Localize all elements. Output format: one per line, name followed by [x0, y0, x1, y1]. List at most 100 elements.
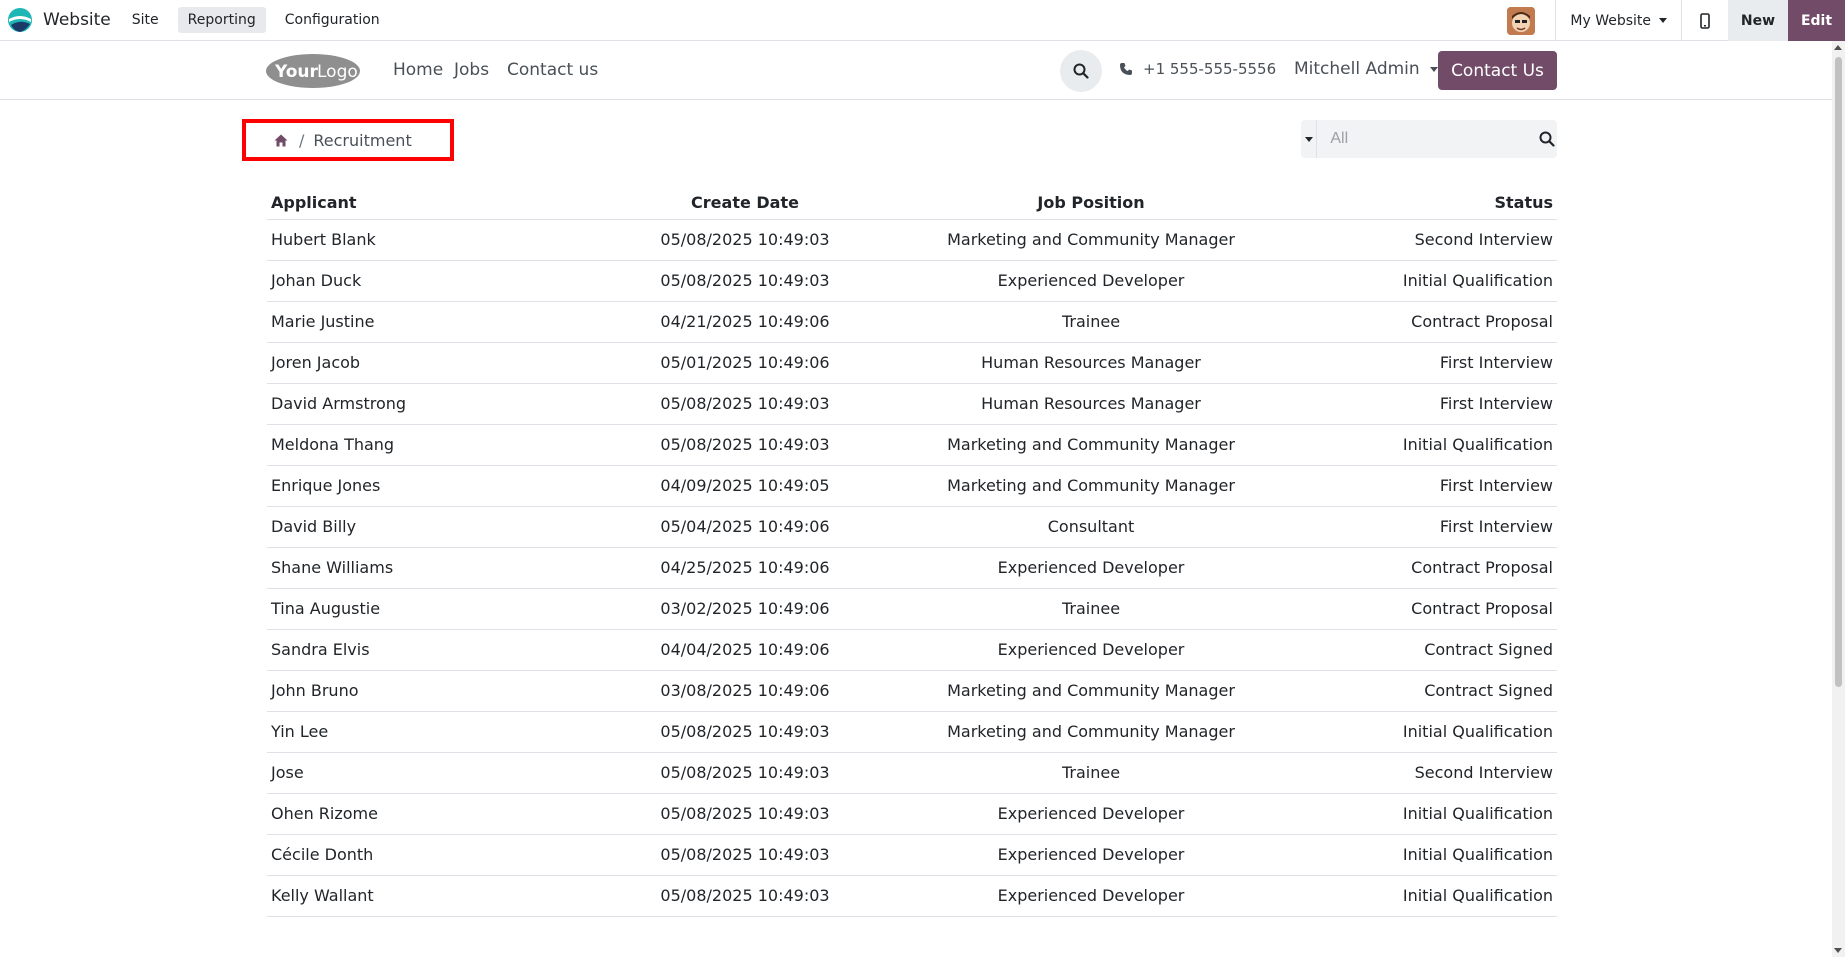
cell-applicant[interactable]: Tina Augustie	[267, 588, 637, 630]
cell-applicant[interactable]: Yin Lee	[267, 711, 637, 753]
cell-status: Initial Qualification	[1329, 793, 1557, 835]
site-search-button[interactable]	[1060, 50, 1102, 92]
site-logo[interactable]: Your Logo	[265, 52, 361, 90]
phone-number: +1 555-555-5556	[1143, 60, 1277, 78]
cell-applicant[interactable]: Jose	[267, 752, 637, 794]
home-icon[interactable]	[274, 134, 288, 147]
phone-link[interactable]: +1 555-555-5556	[1119, 60, 1276, 78]
cell-applicant[interactable]: Shane Williams	[267, 547, 637, 589]
cell-job-position: Trainee	[853, 752, 1329, 794]
cell-status: Contract Signed	[1329, 629, 1557, 671]
cell-create-date: 05/08/2025 10:49:03	[637, 219, 853, 261]
cell-applicant[interactable]: John Bruno	[267, 670, 637, 712]
cell-create-date: 05/08/2025 10:49:03	[637, 383, 853, 425]
menu-reporting[interactable]: Reporting	[177, 7, 266, 33]
cell-create-date: 05/08/2025 10:49:03	[637, 260, 853, 302]
column-header-job-position[interactable]: Job Position	[853, 186, 1329, 220]
column-header-applicant[interactable]: Applicant	[267, 186, 637, 220]
website-selector[interactable]: My Website	[1556, 0, 1681, 41]
cell-applicant[interactable]: Meldona Thang	[267, 424, 637, 466]
table-row[interactable]: Marie Justine 04/21/2025 10:49:06 Trainee C…	[267, 301, 1557, 343]
column-header-create-date[interactable]: Create Date	[637, 186, 853, 220]
scroll-up-arrow-icon[interactable]	[1834, 45, 1842, 50]
app-name[interactable]: Website	[43, 10, 111, 30]
cell-status: Initial Qualification	[1329, 260, 1557, 302]
table-header-row: Applicant Create Date Job Position Statu…	[267, 186, 1557, 220]
table-row[interactable]: Jose 05/08/2025 10:49:03 Trainee Second Int…	[267, 752, 1557, 794]
user-name: Mitchell Admin	[1294, 59, 1420, 79]
nav-home[interactable]: Home	[393, 60, 443, 80]
page-scrollbar[interactable]	[1832, 41, 1845, 957]
mobile-preview-button[interactable]	[1682, 0, 1728, 41]
table-row[interactable]: Shane Williams 04/25/2025 10:49:06 Experie…	[267, 547, 1557, 589]
cell-create-date: 05/08/2025 10:49:03	[637, 752, 853, 794]
cell-job-position: Human Resources Manager	[853, 383, 1329, 425]
cell-create-date: 04/25/2025 10:49:06	[637, 547, 853, 589]
cell-status: Initial Qualification	[1329, 424, 1557, 466]
cell-applicant[interactable]: Sandra Elvis	[267, 629, 637, 671]
nav-contact-us[interactable]: Contact us	[507, 60, 598, 80]
table-row[interactable]: Joren Jacob 05/01/2025 10:49:06 Human Reso…	[267, 342, 1557, 384]
contact-us-button[interactable]: Contact Us	[1438, 51, 1557, 90]
table-row[interactable]: Tina Augustie 03/02/2025 10:49:06 Trainee C…	[267, 588, 1557, 630]
scrollbar-thumb[interactable]	[1835, 57, 1842, 687]
table-row[interactable]: Cécile Donth 05/08/2025 10:49:03 Experienc…	[267, 834, 1557, 876]
menu-configuration[interactable]: Configuration	[275, 7, 390, 33]
table-row[interactable]: Sandra Elvis 04/04/2025 10:49:06 Experienc…	[267, 629, 1557, 671]
cell-status: Contract Signed	[1329, 670, 1557, 712]
cell-applicant[interactable]: Hubert Blank	[267, 219, 637, 261]
menu-site[interactable]: Site	[122, 7, 169, 33]
search-filter-dropdown[interactable]	[1301, 120, 1318, 158]
cell-applicant[interactable]: Ohen Rizome	[267, 793, 637, 835]
cell-create-date: 03/02/2025 10:49:06	[637, 588, 853, 630]
cell-status: Contract Proposal	[1329, 301, 1557, 343]
cell-job-position: Marketing and Community Manager	[853, 424, 1329, 466]
edit-button[interactable]: Edit	[1788, 0, 1845, 41]
cell-create-date: 04/09/2025 10:49:05	[637, 465, 853, 507]
cell-create-date: 05/01/2025 10:49:06	[637, 342, 853, 384]
table-search	[1301, 120, 1557, 158]
cell-status: First Interview	[1329, 342, 1557, 384]
table-row[interactable]: Enrique Jones 04/09/2025 10:49:05 Marketin…	[267, 465, 1557, 507]
applicants-table: Applicant Create Date Job Position Statu…	[267, 186, 1557, 917]
table-row[interactable]: David Armstrong 05/08/2025 10:49:03 Human …	[267, 383, 1557, 425]
user-menu[interactable]: Mitchell Admin	[1294, 59, 1438, 79]
new-button[interactable]: New	[1728, 0, 1788, 41]
cell-applicant[interactable]: Joren Jacob	[267, 342, 637, 384]
table-row[interactable]: Yin Lee 05/08/2025 10:49:03 Marketing and …	[267, 711, 1557, 753]
website-topbar: Website Site Reporting Configuration My …	[0, 0, 1845, 41]
cell-status: Initial Qualification	[1329, 711, 1557, 753]
user-avatar[interactable]	[1507, 6, 1536, 35]
cell-applicant[interactable]: David Billy	[267, 506, 637, 548]
cell-applicant[interactable]: David Armstrong	[267, 383, 637, 425]
nav-jobs[interactable]: Jobs	[454, 60, 489, 80]
cell-applicant[interactable]: Johan Duck	[267, 260, 637, 302]
website-app-icon[interactable]	[6, 6, 34, 34]
cell-applicant[interactable]: Kelly Wallant	[267, 875, 637, 917]
cell-job-position: Experienced Developer	[853, 793, 1329, 835]
cell-create-date: 05/04/2025 10:49:06	[637, 506, 853, 548]
cell-create-date: 05/08/2025 10:49:03	[637, 711, 853, 753]
table-row[interactable]: Hubert Blank 05/08/2025 10:49:03 Marketing…	[267, 219, 1557, 261]
mobile-icon	[1700, 12, 1710, 29]
table-row[interactable]: Meldona Thang 05/08/2025 10:49:03 Marketin…	[267, 424, 1557, 466]
caret-down-icon	[1659, 18, 1667, 23]
site-header: Your Logo Home Jobs Contact us +1 555-55…	[0, 41, 1832, 100]
cell-applicant[interactable]: Enrique Jones	[267, 465, 637, 507]
scroll-down-arrow-icon[interactable]	[1834, 948, 1842, 953]
caret-down-icon	[1304, 136, 1313, 142]
cell-job-position: Marketing and Community Manager	[853, 711, 1329, 753]
cell-status: Second Interview	[1329, 219, 1557, 261]
breadcrumb: / Recruitment	[242, 119, 454, 161]
table-row[interactable]: David Billy 05/04/2025 10:49:06 Consultant…	[267, 506, 1557, 548]
search-submit-button[interactable]	[1537, 120, 1557, 158]
table-row[interactable]: Johan Duck 05/08/2025 10:49:03 Experienced…	[267, 260, 1557, 302]
table-row[interactable]: Ohen Rizome 05/08/2025 10:49:03 Experience…	[267, 793, 1557, 835]
table-row[interactable]: Kelly Wallant 05/08/2025 10:49:03 Experien…	[267, 875, 1557, 917]
search-input[interactable]	[1317, 120, 1538, 158]
column-header-status[interactable]: Status	[1329, 186, 1557, 220]
cell-status: First Interview	[1329, 465, 1557, 507]
cell-applicant[interactable]: Cécile Donth	[267, 834, 637, 876]
cell-applicant[interactable]: Marie Justine	[267, 301, 637, 343]
table-row[interactable]: John Bruno 03/08/2025 10:49:06 Marketing a…	[267, 670, 1557, 712]
